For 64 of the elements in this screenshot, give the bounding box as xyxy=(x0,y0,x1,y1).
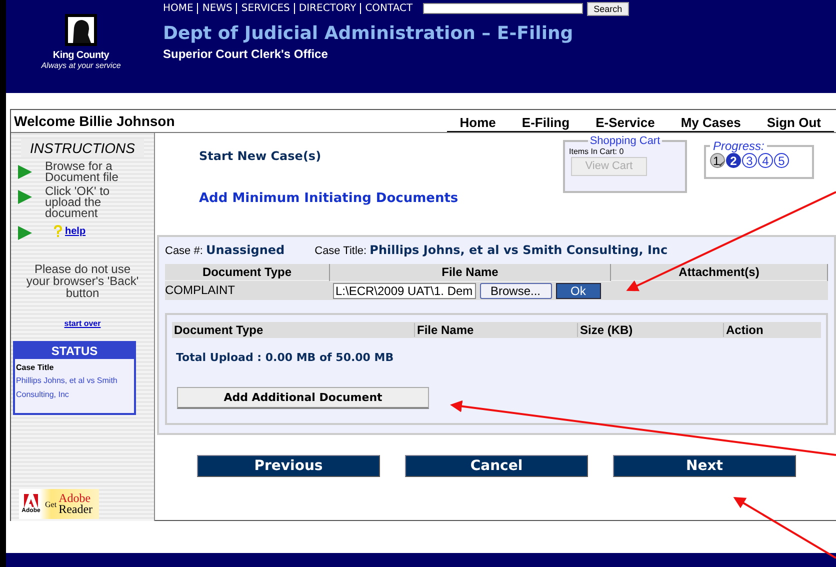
logo-tagline: Always at your service xyxy=(41,61,121,70)
top-nav-link[interactable]: SERVICES xyxy=(236,3,294,14)
question-icon xyxy=(53,225,63,238)
column-header: File Name xyxy=(330,264,610,280)
get-text: Get xyxy=(45,500,57,508)
instruction-text: Click 'OK' to upload the document xyxy=(45,186,111,219)
main-nav-link[interactable]: Sign Out xyxy=(754,113,834,131)
main-nav-link[interactable]: Home xyxy=(446,113,509,131)
progress-step: 2 xyxy=(726,153,741,168)
table-cell: COMPLAINT xyxy=(165,280,330,300)
file-path-field[interactable]: L:\ECR\2009 UAT\1. Dem xyxy=(332,282,476,298)
progress-step: 4 xyxy=(758,153,773,168)
instruction-text: Browse for a Document file xyxy=(45,161,120,183)
status-title: STATUS xyxy=(15,343,134,359)
top-nav-link[interactable]: CONTACT xyxy=(360,3,417,14)
nav-button[interactable]: Previous xyxy=(197,455,380,477)
top-nav-link[interactable]: NEWS xyxy=(197,3,236,14)
page-title: Start New Case(s) xyxy=(199,149,322,163)
top-nav-link[interactable]: DIRECTORY xyxy=(294,3,360,14)
instructions-title: INSTRUCTIONS xyxy=(21,139,144,157)
section-title: Add Minimum Initiating Documents xyxy=(199,191,460,206)
column-header: Document Type xyxy=(172,322,415,336)
nav-button[interactable]: Next xyxy=(613,455,796,477)
play-icon xyxy=(17,189,33,205)
cart-items: Items In Cart: 0 xyxy=(569,147,625,156)
search-field[interactable] xyxy=(422,3,583,14)
status-value: Phillips Johns, et al vs Smith Consulting, Inc xyxy=(15,375,118,401)
adobe-logo-icon xyxy=(24,494,38,508)
logo-name: King County xyxy=(52,50,110,61)
top-nav-link[interactable]: HOME xyxy=(163,3,198,14)
site-title: Dept of Judicial Administration – E-Filing xyxy=(163,23,574,44)
warning-text: Please do not use your browser's 'Back' button xyxy=(25,263,140,299)
column-header: Attachment(s) xyxy=(610,264,828,280)
total-upload: Total Upload : 0.00 MB of 50.00 MB xyxy=(176,350,395,364)
progress-title: Progress: xyxy=(712,139,766,153)
column-header: Action xyxy=(725,322,764,336)
column-header: Document Type xyxy=(165,264,330,280)
ok-button[interactable]: Ok xyxy=(556,282,601,298)
progress-step: 1 xyxy=(710,153,725,168)
play-icon xyxy=(17,164,33,180)
main-nav-link[interactable]: E-Filing xyxy=(508,113,583,131)
help-link[interactable]: help xyxy=(65,226,86,237)
product-name: Adobe xyxy=(58,493,91,504)
main-nav-link[interactable]: E-Service xyxy=(582,113,668,131)
case-title: Case Title: Phillips Johns, et al vs Smith Consulting, Inc xyxy=(314,243,668,257)
column-header: Size (KB) xyxy=(578,322,724,336)
status-label: Case Title xyxy=(15,362,55,374)
progress-step: 3 xyxy=(742,153,757,168)
browse-button[interactable]: Browse... xyxy=(480,282,552,298)
progress-step: 5 xyxy=(774,153,789,168)
check-icon xyxy=(717,159,726,168)
welcome-text: Welcome Billie Johnson xyxy=(13,113,175,129)
main-nav-link[interactable]: My Cases xyxy=(668,113,754,131)
add-document-button[interactable]: Add Additional Document xyxy=(177,386,429,408)
start-over-link[interactable]: start over xyxy=(11,319,154,328)
play-icon xyxy=(17,225,33,241)
site-subtitle: Superior Court Clerk's Office xyxy=(163,47,329,61)
column-header: File Name xyxy=(415,322,578,336)
case-number: Case #: Unassigned xyxy=(165,243,285,257)
product-name: Reader xyxy=(58,504,93,515)
logo-icon xyxy=(65,14,97,46)
nav-button[interactable]: Cancel xyxy=(405,455,588,477)
cart-title: Shopping Cart xyxy=(588,135,662,147)
search-button[interactable]: Search xyxy=(586,2,630,16)
